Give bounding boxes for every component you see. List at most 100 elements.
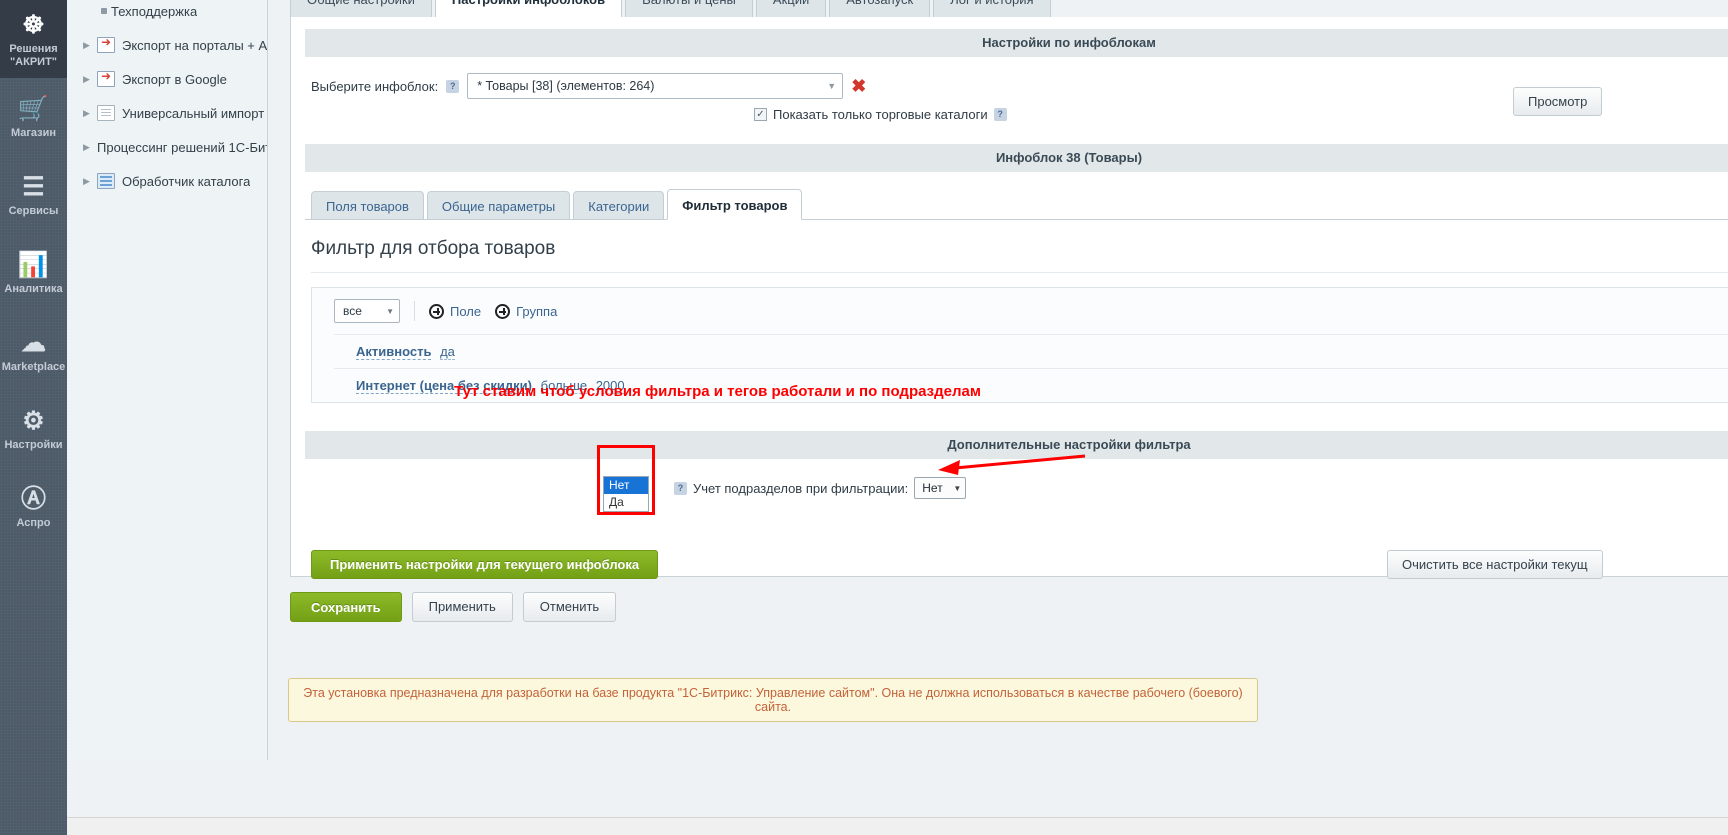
chevron-right-icon[interactable]: ▶ xyxy=(83,176,97,187)
apply-button[interactable]: Применить xyxy=(412,592,513,622)
rail-item-label: Решения "АКРИТ" xyxy=(9,43,57,68)
tab-infoblock-settings[interactable]: Настройки инфоблоков xyxy=(435,0,622,18)
inner-tab-bar: Поля товаров Общие параметры Категории Ф… xyxy=(311,190,1728,220)
bar-chart-icon: 📊 xyxy=(18,250,49,280)
tree-item-label: Универсальный импорт xyxy=(122,106,264,121)
apply-infoblock-settings-button[interactable]: Применить настройки для текущего инфобло… xyxy=(311,550,658,579)
filter-section-title: Фильтр для отбора товаров xyxy=(291,220,1728,272)
trade-catalogs-checkbox[interactable]: ✓ xyxy=(754,108,767,121)
condition-operator[interactable]: да xyxy=(440,344,455,360)
dev-installation-notice: Эта установка предназначена для разработ… xyxy=(288,678,1258,722)
tab-product-filter[interactable]: Фильтр товаров xyxy=(667,189,802,220)
tree-item-universal-import[interactable]: ▶ Универсальный импорт xyxy=(67,96,267,130)
chevron-right-icon[interactable]: ▶ xyxy=(83,74,97,85)
tree-item-export-google[interactable]: ▶ Экспорт в Google xyxy=(67,62,267,96)
tab-categories[interactable]: Категории xyxy=(573,191,664,220)
save-button[interactable]: Сохранить xyxy=(290,592,402,622)
tree-item-processing[interactable]: ▶ Процессинг решений 1С-Битр xyxy=(67,130,267,164)
add-field-button[interactable]: Поле xyxy=(429,304,481,319)
tab-product-fields[interactable]: Поля товаров xyxy=(311,191,424,220)
tab-general-params[interactable]: Общие параметры xyxy=(427,191,570,220)
left-icon-rail: ☸ Решения "АКРИТ" 🛒 Магазин ☰ Сервисы 📊 … xyxy=(0,0,67,835)
rail-item-services[interactable]: ☰ Сервисы xyxy=(0,156,67,234)
rail-item-label: Настройки xyxy=(4,439,62,452)
apply-infoblock-button-wrap: Применить настройки для текущего инфобло… xyxy=(311,550,658,579)
rail-item-label: Сервисы xyxy=(9,205,59,218)
tree-item-label: Экспорт на порталы + API xyxy=(122,38,267,53)
infoblock-select-value: * Товары [38] (элементов: 264) xyxy=(477,79,827,93)
tree-item-export-portals[interactable]: ▶ Экспорт на порталы + API xyxy=(67,28,267,62)
add-group-button[interactable]: Группа xyxy=(495,304,557,319)
plus-circle-icon xyxy=(495,304,510,319)
rail-item-label: Аналитика xyxy=(4,283,62,296)
rail-item-label: Магазин xyxy=(11,127,56,140)
chevron-down-icon: ▼ xyxy=(953,484,961,493)
filter-logic-value: все xyxy=(343,304,386,318)
condition-field[interactable]: Активность xyxy=(356,344,431,360)
rail-item-settings[interactable]: ⚙ Настройки xyxy=(0,390,67,468)
settings-panel: Настройки по инфоблокам Выберите инфобло… xyxy=(290,17,1728,577)
tab-autostart[interactable]: Автозапуск xyxy=(829,0,930,18)
add-group-label: Группа xyxy=(516,304,557,319)
section-header-infoblock-38: Инфоблок 38 (Товары) xyxy=(305,144,1728,172)
export-icon xyxy=(97,71,115,87)
preview-button[interactable]: Просмотр xyxy=(1513,87,1602,116)
tree-item-label: Обработчик каталога xyxy=(122,174,250,189)
help-icon[interactable]: ? xyxy=(674,482,687,495)
delete-x-icon[interactable]: ✖ xyxy=(851,77,866,95)
filter-condition-row[interactable]: Активность да xyxy=(334,334,1728,368)
clear-settings-button-wrap: Очистить все настройки текущ xyxy=(1387,550,1603,579)
divider xyxy=(414,301,415,321)
puzzle-icon: ☸ xyxy=(22,10,44,40)
chevron-down-icon: ▼ xyxy=(386,307,394,316)
top-tab-bar: Общие настройки Настройки инфоблоков Вал… xyxy=(290,0,1051,18)
subsections-label: Учет подразделов при фильтрации: xyxy=(693,481,908,496)
bullet-icon xyxy=(97,8,111,14)
chevron-right-icon[interactable]: ▶ xyxy=(83,108,97,119)
rail-item-aspro[interactable]: Ⓐ Аспро xyxy=(0,468,67,546)
filter-builder-toolbar: все ▼ Поле Группа xyxy=(312,288,1728,334)
navigation-tree: Техподдержка ▶ Экспорт на порталы + API … xyxy=(67,0,268,760)
export-icon xyxy=(97,37,115,53)
tab-currencies-prices[interactable]: Валюты и цены xyxy=(625,0,753,18)
page-horizontal-scrollbar[interactable] xyxy=(0,817,1728,835)
tree-item-catalog-handler[interactable]: ▶ Обработчик каталога xyxy=(67,164,267,198)
gear-icon: ⚙ xyxy=(22,406,44,436)
add-field-label: Поле xyxy=(450,304,481,319)
tab-promotions[interactable]: Акции xyxy=(756,0,826,18)
chevron-down-icon: ▼ xyxy=(827,81,836,91)
form-action-bar: Сохранить Применить Отменить xyxy=(290,592,616,622)
infoblock-label: Выберите инфоблок: xyxy=(311,79,438,94)
option-yes[interactable]: Да xyxy=(604,494,648,511)
subsections-setting-row: ? Учет подразделов при фильтрации: Нет ▼ xyxy=(674,459,1728,499)
rail-item-shop[interactable]: 🛒 Магазин xyxy=(0,78,67,156)
cloud-download-icon: ☁ xyxy=(21,328,46,358)
cancel-button[interactable]: Отменить xyxy=(523,592,616,622)
plus-circle-icon xyxy=(429,304,444,319)
option-no[interactable]: Нет xyxy=(604,477,648,494)
chevron-right-icon[interactable]: ▶ xyxy=(83,142,97,153)
rail-item-label: Marketplace xyxy=(2,361,66,374)
subsections-dropdown-options[interactable]: Нет Да xyxy=(603,476,649,512)
basket-icon: 🛒 xyxy=(18,94,49,124)
clear-all-settings-button[interactable]: Очистить все настройки текущ xyxy=(1387,550,1603,579)
chevron-right-icon[interactable]: ▶ xyxy=(83,40,97,51)
rail-item-label: Аспро xyxy=(17,517,51,530)
help-icon[interactable]: ? xyxy=(994,108,1007,121)
annotation-text: Тут ставим чтоб условия фильтра и тегов … xyxy=(454,383,981,400)
tab-log-history[interactable]: Лог и история xyxy=(933,0,1050,18)
filter-logic-select[interactable]: все ▼ xyxy=(334,299,400,323)
subsections-select-value: Нет xyxy=(922,481,953,495)
rail-item-solutions[interactable]: ☸ Решения "АКРИТ" xyxy=(0,0,67,78)
trade-catalogs-label: Показать только торговые каталоги xyxy=(773,107,988,122)
rail-item-analytics[interactable]: 📊 Аналитика xyxy=(0,234,67,312)
tree-item-label: Экспорт в Google xyxy=(122,72,227,87)
subsections-select[interactable]: Нет ▼ xyxy=(914,477,966,499)
tree-item-techsupport[interactable]: Техподдержка xyxy=(67,0,267,28)
list-icon xyxy=(97,173,115,189)
help-icon[interactable]: ? xyxy=(446,80,459,93)
tab-general-settings[interactable]: Общие настройки xyxy=(290,0,432,18)
rail-item-marketplace[interactable]: ☁ Marketplace xyxy=(0,312,67,390)
infoblock-select[interactable]: * Товары [38] (элементов: 264) ▼ xyxy=(467,73,843,99)
preview-button-wrap: Просмотр xyxy=(1513,87,1602,116)
